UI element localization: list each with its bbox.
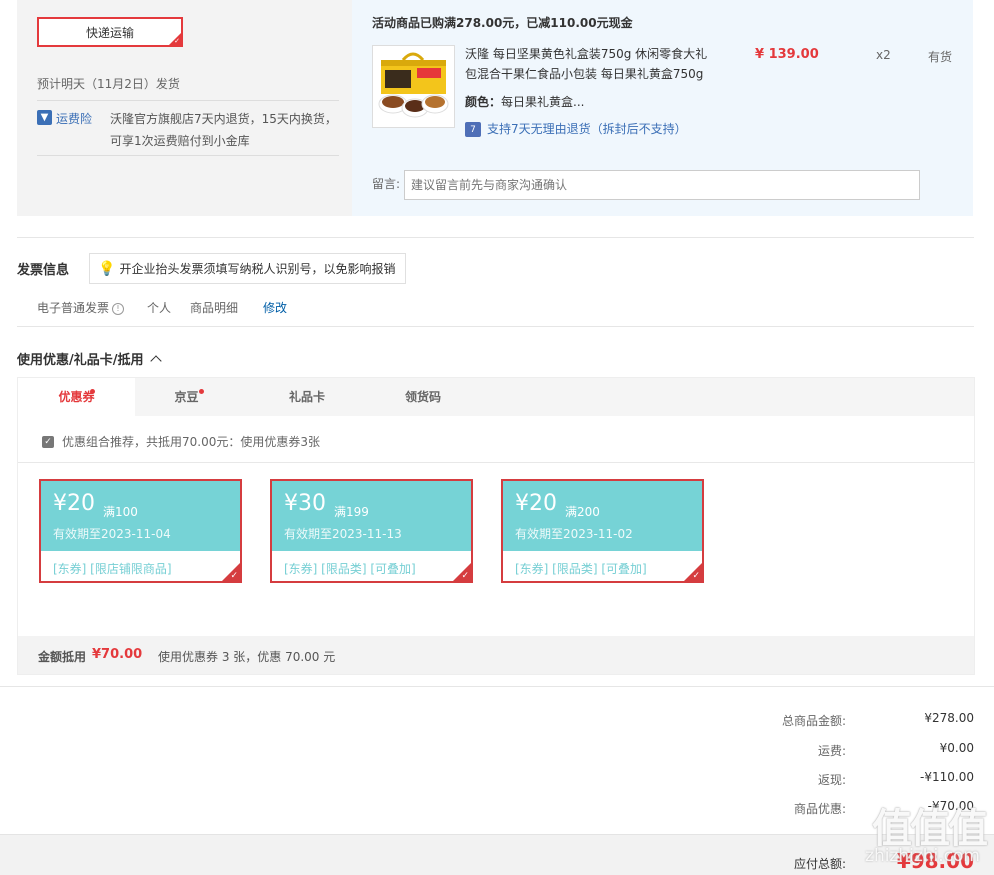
tab-label: 礼品卡 bbox=[288, 390, 325, 404]
coupon-summary-desc: 使用优惠券 3 张，优惠 70.00 元 bbox=[158, 650, 336, 664]
freight-label: 运费: bbox=[817, 744, 846, 758]
coupon-section-toggle[interactable]: 使用优惠/礼品卡/抵用 bbox=[17, 349, 162, 368]
coupon-expiry: 有效期至2023-11-04 bbox=[53, 527, 171, 541]
coupon-summary-label: 金额抵用 bbox=[38, 650, 87, 664]
coupon-expiry: 有效期至2023-11-02 bbox=[515, 527, 633, 541]
checkbox-checked-icon[interactable]: ✓ bbox=[42, 435, 54, 448]
coupon-card[interactable]: ¥20 满200 有效期至2023-11-02 [东券] [限品类] [可叠加]… bbox=[501, 479, 704, 583]
product-qty: x2 bbox=[876, 48, 891, 62]
product-color: 颜色：每日果礼黄盒... bbox=[465, 93, 584, 110]
chevron-up-icon bbox=[149, 355, 162, 367]
coupon-amount: ¥30 bbox=[284, 491, 326, 516]
check-icon: ✓ bbox=[174, 37, 180, 45]
tab-label: 领货码 bbox=[404, 390, 441, 404]
bulb-icon: 💡 bbox=[98, 260, 116, 277]
invoice-title: 发票信息 bbox=[17, 263, 70, 278]
freight-value: ¥0.00 bbox=[939, 741, 974, 755]
invoice-detail: 商品明细 bbox=[190, 301, 239, 315]
divider bbox=[0, 686, 994, 687]
product-image[interactable] bbox=[372, 45, 455, 128]
coupon-tags: [东券] [限品类] [可叠加] bbox=[515, 562, 647, 576]
coupon-top: ¥20 满100 有效期至2023-11-04 bbox=[41, 481, 240, 551]
tab-jingdou[interactable]: 京豆 bbox=[135, 378, 238, 416]
remark-label: 留言: bbox=[372, 177, 401, 191]
tab-giftcard[interactable]: 礼品卡 bbox=[254, 378, 360, 416]
remark-input[interactable] bbox=[404, 170, 920, 200]
shipping-method-button[interactable]: 快递运输 ✓ bbox=[37, 17, 183, 47]
invoice-type-label: 电子普通发票 bbox=[37, 301, 110, 315]
coupon-top: ¥20 满200 有效期至2023-11-02 bbox=[503, 481, 702, 551]
shipping-method-label: 快递运输 bbox=[85, 25, 134, 40]
coupon-condition: 满100 bbox=[103, 505, 138, 519]
coupon-card[interactable]: ¥30 满199 有效期至2023-11-13 [东券] [限品类] [可叠加]… bbox=[270, 479, 473, 583]
coupon-amount: ¥20 bbox=[515, 491, 557, 516]
product-price: ¥ 139.00 bbox=[755, 47, 819, 62]
discount-label: 商品优惠: bbox=[793, 802, 846, 816]
tab-redeem-code[interactable]: 领货码 bbox=[370, 378, 476, 416]
badge-dot bbox=[199, 389, 204, 394]
return-policy: 支持7天无理由退货（拆封后不支持） bbox=[487, 122, 687, 136]
coupon-condition: 满199 bbox=[334, 505, 369, 519]
watermark-url: zhizhizhi.com bbox=[865, 846, 980, 866]
coupon-expiry: 有效期至2023-11-13 bbox=[284, 527, 402, 541]
invoice-edit-link[interactable]: 修改 bbox=[263, 299, 287, 316]
invoice-person: 个人 bbox=[147, 301, 172, 315]
product-name[interactable]: 沃隆 每日坚果黄色礼盒装750g 休闲零食大礼包混合干果仁食品小包装 每日果礼黄… bbox=[465, 44, 713, 84]
invoice-type: 电子普通发票! bbox=[37, 299, 125, 316]
divider bbox=[18, 462, 974, 463]
amount-due-label: 应付总额: bbox=[793, 857, 846, 871]
stock-status: 有货 bbox=[928, 50, 953, 64]
promo-text: 活动商品已购满278.00元，已减110.00元现金 bbox=[372, 16, 633, 30]
color-label: 颜色： bbox=[465, 95, 502, 109]
product-thumbnail bbox=[378, 52, 449, 118]
rebate-value: -¥110.00 bbox=[920, 770, 974, 784]
divider bbox=[17, 237, 974, 238]
divider bbox=[17, 326, 974, 327]
divider bbox=[37, 155, 339, 156]
coupon-tags: [东券] [限店铺限商品] bbox=[53, 562, 172, 576]
tab-coupons[interactable]: 优惠券 bbox=[18, 378, 135, 416]
combo-text: 优惠组合推荐，共抵用70.00元：使用优惠券3张 bbox=[62, 435, 320, 449]
check-icon: ✓ bbox=[230, 571, 238, 581]
coupon-top: ¥30 满199 有效期至2023-11-13 bbox=[272, 481, 471, 551]
tab-label: 京豆 bbox=[174, 390, 199, 404]
divider bbox=[37, 100, 339, 101]
badge-dot bbox=[90, 389, 95, 394]
return-icon: 7 bbox=[465, 122, 481, 137]
coupon-section-title: 使用优惠/礼品卡/抵用 bbox=[17, 353, 144, 368]
coupon-condition: 满200 bbox=[565, 505, 600, 519]
goods-total-label: 总商品金额: bbox=[781, 714, 846, 728]
color-value: 每日果礼黄盒... bbox=[501, 95, 585, 109]
check-icon: ✓ bbox=[692, 571, 700, 581]
invoice-tip-text: 开企业抬头发票须填写纳税人识别号，以免影响报销 bbox=[119, 262, 396, 276]
coupon-summary-amount: ¥70.00 bbox=[92, 647, 143, 662]
check-icon: ✓ bbox=[461, 571, 469, 581]
coupon-card[interactable]: ¥20 满100 有效期至2023-11-04 [东券] [限店铺限商品] ✓ bbox=[39, 479, 242, 583]
insurance-link[interactable]: 运费险 bbox=[56, 110, 92, 127]
info-icon[interactable]: ! bbox=[112, 303, 125, 315]
coupon-amount: ¥20 bbox=[53, 491, 95, 516]
rebate-label: 返现: bbox=[817, 773, 846, 787]
invoice-tip: 💡 开企业抬头发票须填写纳税人识别号，以免影响报销 bbox=[89, 253, 406, 284]
coupon-tags: [东券] [限品类] [可叠加] bbox=[284, 562, 416, 576]
ship-date: 预计明天（11月2日）发货 bbox=[37, 77, 180, 91]
shield-icon: ▼ bbox=[37, 110, 52, 125]
insurance-desc: 沃隆官方旗舰店7天内退货，15天内换货，可享1次运费赔付到小金库 bbox=[110, 112, 337, 148]
goods-total-value: ¥278.00 bbox=[924, 711, 974, 725]
combo-recommend[interactable]: ✓ 优惠组合推荐，共抵用70.00元：使用优惠券3张 bbox=[42, 433, 320, 450]
